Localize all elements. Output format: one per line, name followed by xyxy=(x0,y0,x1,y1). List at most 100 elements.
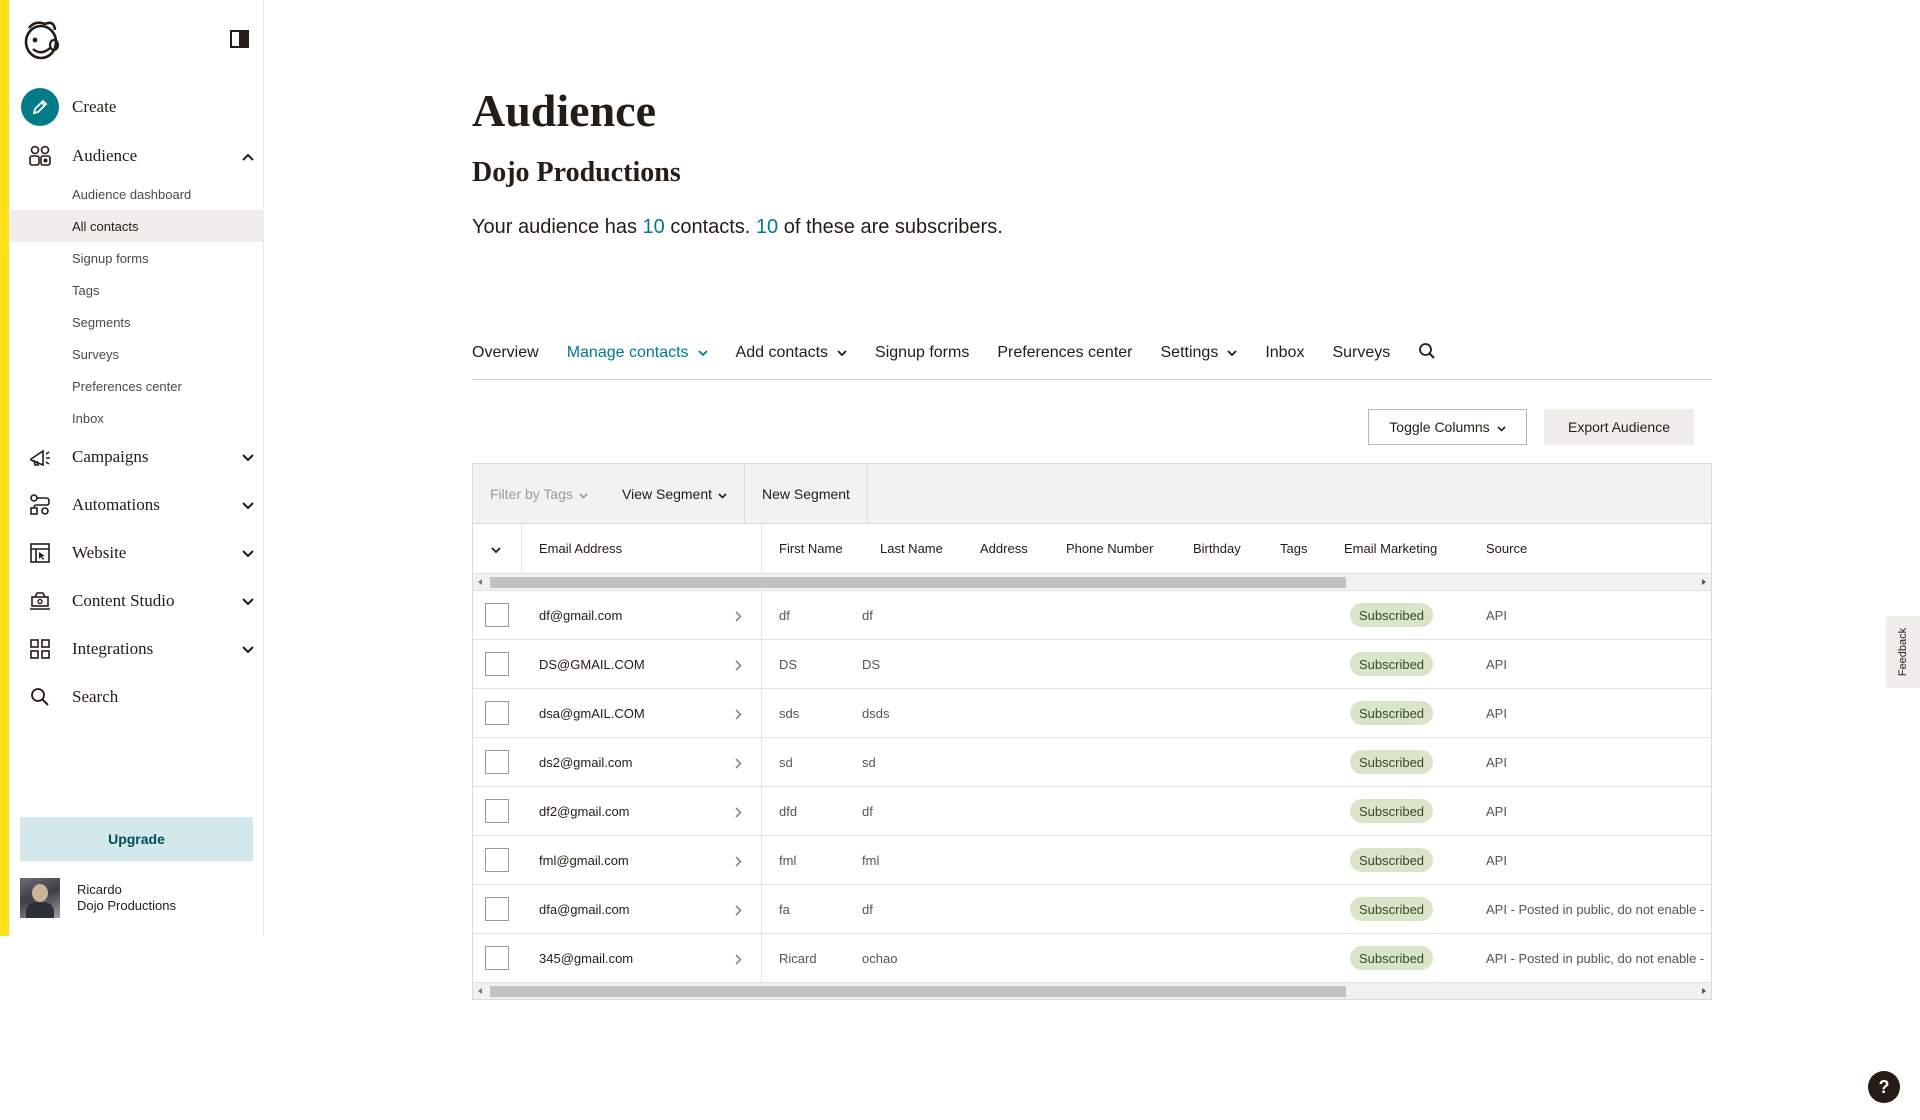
chevron-right-icon[interactable] xyxy=(735,904,742,919)
tab-add-contacts[interactable]: Add contacts xyxy=(736,340,848,366)
sidebar-item-create[interactable]: Create xyxy=(21,87,261,127)
row-checkbox[interactable] xyxy=(485,652,509,676)
chevron-right-icon[interactable] xyxy=(735,659,742,674)
contacts-table: Filter by Tags View Segment New Segment … xyxy=(472,463,1712,1000)
cell-email[interactable]: dfa@gmail.com xyxy=(539,902,630,917)
cell-email[interactable]: fml@gmail.com xyxy=(539,853,629,868)
chevron-right-icon[interactable] xyxy=(735,708,742,723)
sidebar-sub-audience-dashboard[interactable]: Audience dashboard xyxy=(9,178,264,210)
table-row[interactable]: df@gmail.com df df Subscribed API xyxy=(473,591,1711,640)
sidebar-item-campaigns[interactable]: Campaigns xyxy=(21,437,261,477)
export-audience-button[interactable]: Export Audience xyxy=(1544,409,1694,445)
sidebar-item-website[interactable]: Website xyxy=(21,533,261,573)
chevron-down-icon xyxy=(718,486,727,502)
filter-by-tags-dropdown[interactable]: Filter by Tags xyxy=(473,464,605,523)
sidebar-item-search[interactable]: Search xyxy=(21,677,261,717)
column-header-email[interactable]: Email Address xyxy=(539,541,622,556)
sidebar: Create Audience Audience dashboard All c… xyxy=(9,0,264,936)
chevron-down-icon[interactable] xyxy=(241,642,255,660)
cell-email[interactable]: DS@GMAIL.COM xyxy=(539,657,645,672)
chevron-down-icon[interactable] xyxy=(241,498,255,516)
table-row[interactable]: df2@gmail.com dfd df Subscribed API xyxy=(473,787,1711,836)
tab-search[interactable] xyxy=(1418,340,1436,366)
column-header-source[interactable]: Source xyxy=(1486,541,1527,556)
chevron-down-icon[interactable] xyxy=(241,450,255,468)
row-checkbox[interactable] xyxy=(485,603,509,627)
upgrade-button[interactable]: Upgrade xyxy=(20,817,253,861)
horizontal-scrollbar-top[interactable] xyxy=(473,574,1711,591)
cell-email[interactable]: df@gmail.com xyxy=(539,608,622,623)
cell-last-name: df xyxy=(862,902,873,917)
search-icon xyxy=(1418,342,1436,365)
sidebar-item-content-studio[interactable]: Content Studio xyxy=(21,581,261,621)
chevron-up-icon[interactable] xyxy=(241,149,255,167)
sidebar-sub-preferences-center[interactable]: Preferences center xyxy=(9,370,264,402)
row-checkbox[interactable] xyxy=(485,897,509,921)
status-badge: Subscribed xyxy=(1350,701,1434,725)
table-row[interactable]: ds2@gmail.com sd sd Subscribed API xyxy=(473,738,1711,787)
tab-label: Settings xyxy=(1160,344,1219,361)
tab-inbox[interactable]: Inbox xyxy=(1265,340,1304,366)
sidebar-sub-tags[interactable]: Tags xyxy=(9,274,264,306)
tab-overview[interactable]: Overview xyxy=(472,340,539,366)
column-header-address[interactable]: Address xyxy=(980,541,1028,556)
cell-last-name: ochao xyxy=(862,951,898,966)
column-header-phone[interactable]: Phone Number xyxy=(1066,541,1153,556)
tab-settings[interactable]: Settings xyxy=(1161,340,1238,366)
help-button[interactable]: ? xyxy=(1868,1071,1900,1103)
column-header-tags[interactable]: Tags xyxy=(1280,541,1307,556)
cell-email[interactable]: 345@gmail.com xyxy=(539,951,633,966)
chevron-right-icon[interactable] xyxy=(735,757,742,772)
cell-first-name: sd xyxy=(779,755,793,770)
sidebar-sub-surveys[interactable]: Surveys xyxy=(9,338,264,370)
select-all-chevron-icon[interactable] xyxy=(491,542,501,557)
table-header: Email Address First Name Last Name Addre… xyxy=(473,524,1711,574)
cell-source: API xyxy=(1486,657,1507,672)
subscribers-count[interactable]: 10 xyxy=(756,216,778,238)
sidebar-collapse-icon[interactable] xyxy=(230,30,249,48)
status-badge: Subscribed xyxy=(1350,897,1434,921)
chevron-down-icon[interactable] xyxy=(241,546,255,564)
column-header-birthday[interactable]: Birthday xyxy=(1193,541,1241,556)
sidebar-sub-segments[interactable]: Segments xyxy=(9,306,264,338)
chevron-right-icon[interactable] xyxy=(735,806,742,821)
row-checkbox[interactable] xyxy=(485,750,509,774)
sidebar-item-audience[interactable]: Audience xyxy=(21,136,261,176)
column-header-email-marketing[interactable]: Email Marketing xyxy=(1344,541,1437,556)
tab-manage-contacts[interactable]: Manage contacts xyxy=(567,340,708,366)
user-profile[interactable]: Ricardo Dojo Productions xyxy=(20,876,260,920)
chevron-down-icon[interactable] xyxy=(241,594,255,612)
sidebar-sub-inbox[interactable]: Inbox xyxy=(9,402,264,434)
row-checkbox[interactable] xyxy=(485,946,509,970)
chevron-right-icon[interactable] xyxy=(735,855,742,870)
chevron-right-icon[interactable] xyxy=(735,953,742,968)
table-row[interactable]: fml@gmail.com fml fml Subscribed API xyxy=(473,836,1711,885)
horizontal-scrollbar-bottom[interactable] xyxy=(473,983,1711,999)
row-checkbox[interactable] xyxy=(485,848,509,872)
row-checkbox[interactable] xyxy=(485,701,509,725)
tab-preferences-center[interactable]: Preferences center xyxy=(997,340,1132,366)
toggle-columns-button[interactable]: Toggle Columns xyxy=(1368,409,1527,445)
contacts-count[interactable]: 10 xyxy=(643,216,665,238)
tab-signup-forms[interactable]: Signup forms xyxy=(875,340,969,366)
cell-email[interactable]: ds2@gmail.com xyxy=(539,755,632,770)
table-row[interactable]: dfa@gmail.com fa df Subscribed API - Posted … xyxy=(473,885,1711,934)
new-segment-button[interactable]: New Segment xyxy=(745,464,868,523)
sidebar-sub-signup-forms[interactable]: Signup forms xyxy=(9,242,264,274)
cell-email[interactable]: df2@gmail.com xyxy=(539,804,630,819)
mailchimp-logo-icon[interactable] xyxy=(21,18,61,62)
column-header-first-name[interactable]: First Name xyxy=(779,541,843,556)
cell-email[interactable]: dsa@gmAIL.COM xyxy=(539,706,645,721)
sidebar-sub-all-contacts[interactable]: All contacts xyxy=(9,210,264,242)
column-header-last-name[interactable]: Last Name xyxy=(880,541,943,556)
view-segment-dropdown[interactable]: View Segment xyxy=(605,464,746,523)
feedback-tab[interactable]: Feedback xyxy=(1886,616,1920,688)
chevron-right-icon[interactable] xyxy=(735,610,742,625)
sidebar-item-automations[interactable]: Automations xyxy=(21,485,261,525)
table-row[interactable]: DS@GMAIL.COM DS DS Subscribed API xyxy=(473,640,1711,689)
table-row[interactable]: 345@gmail.com Ricard ochao Subscribed API - … xyxy=(473,934,1711,983)
sidebar-item-integrations[interactable]: Integrations xyxy=(21,629,261,669)
row-checkbox[interactable] xyxy=(485,799,509,823)
tab-surveys[interactable]: Surveys xyxy=(1332,340,1390,366)
table-row[interactable]: dsa@gmAIL.COM sds dsds Subscribed API xyxy=(473,689,1711,738)
